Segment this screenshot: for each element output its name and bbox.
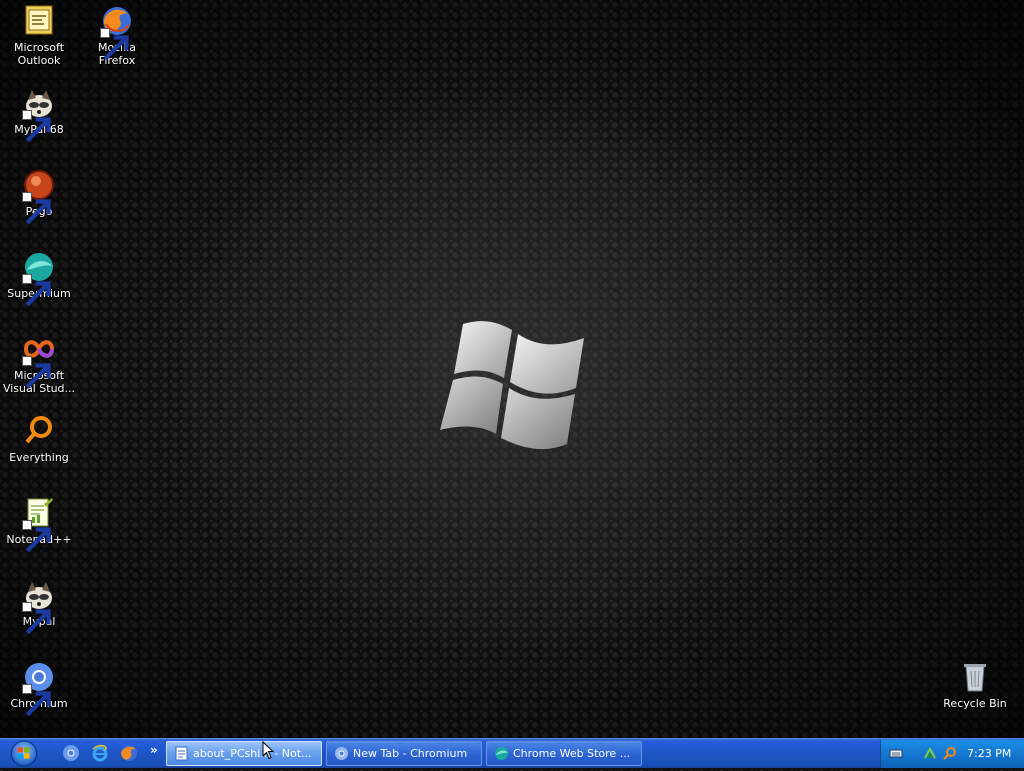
- taskbar-button-chrome-web-store[interactable]: Chrome Web Store ...: [486, 741, 642, 766]
- firefox-icon: [100, 4, 134, 61]
- desktop-icon-mypal[interactable]: Mypal: [0, 578, 78, 635]
- shortcut-arrow-icon: [22, 520, 51, 553]
- mypal-icon: [22, 578, 56, 635]
- desktop-icon-label: Microsoft Outlook: [13, 41, 65, 67]
- desktop-icon-chromium[interactable]: Chromium: [0, 660, 78, 717]
- taskbar-button-title: Chrome Web Store ...: [513, 747, 631, 760]
- shortcut-arrow-icon: [100, 28, 129, 61]
- search-icon[interactable]: [943, 746, 957, 760]
- quicklaunch-overflow-button[interactable]: »: [150, 743, 158, 757]
- shortcut-arrow-icon: [22, 356, 51, 389]
- desktop-icon-notepadpp[interactable]: Notepad++: [0, 496, 78, 553]
- network-icon[interactable]: [923, 746, 937, 760]
- desktop-icon-supermium[interactable]: Supermium: [0, 250, 78, 307]
- taskbar: » about_PCshi... - Not... New Tab - Chro…: [0, 738, 1024, 768]
- pego-icon: [22, 168, 56, 225]
- desktop-icon-recycle-bin[interactable]: Recycle Bin: [936, 660, 1014, 710]
- shortcut-arrow-icon: [22, 684, 51, 717]
- taskbar-button-chromium[interactable]: New Tab - Chromium: [326, 741, 482, 766]
- quicklaunch-chromium[interactable]: [62, 744, 80, 762]
- internet-explorer-icon: [92, 744, 108, 762]
- shortcut-arrow-icon: [22, 110, 51, 143]
- chromium-icon: [22, 660, 56, 717]
- recycle-bin-icon: [958, 660, 992, 694]
- supermium-icon: [494, 746, 509, 761]
- desktop-icon-outlook[interactable]: Microsoft Outlook: [0, 4, 78, 67]
- taskbar-button-title: about_PCshi... - Not...: [193, 747, 312, 760]
- quicklaunch-internet-explorer[interactable]: [91, 744, 109, 762]
- desktop-icon-mypal68[interactable]: MyPal 68: [0, 86, 78, 143]
- start-button[interactable]: [8, 740, 40, 767]
- firefox-icon: [121, 745, 137, 761]
- clock[interactable]: 7:23 PM: [967, 747, 1011, 760]
- quicklaunch-firefox[interactable]: [120, 744, 138, 762]
- visual-studio-icon: [22, 332, 56, 389]
- everything-icon: [22, 414, 56, 448]
- desktop-icon-pego[interactable]: Pego: [0, 168, 78, 225]
- chromium-icon: [63, 745, 79, 761]
- taskbar-button-title: New Tab - Chromium: [353, 747, 468, 760]
- outlook-icon: [22, 4, 56, 38]
- desktop-icon-label: Recycle Bin: [943, 697, 1007, 710]
- chromium-icon: [334, 746, 349, 761]
- mouse-cursor-icon: [262, 741, 274, 760]
- notepad-icon: [174, 746, 189, 761]
- shortcut-arrow-icon: [22, 602, 51, 635]
- system-tray: 7:23 PM: [880, 740, 1024, 768]
- mypal-icon: [22, 86, 56, 143]
- start-orb-icon: [11, 740, 37, 767]
- desktop-icon-everything[interactable]: Everything: [0, 414, 78, 464]
- desktop-icon-firefox[interactable]: Mozilla Firefox: [78, 4, 156, 67]
- keyboard-icon[interactable]: [889, 746, 903, 760]
- notepadpp-icon: [22, 496, 56, 553]
- taskbar-button-notepad[interactable]: about_PCshi... - Not...: [166, 741, 322, 766]
- desktop-icon-label: Everything: [9, 451, 69, 464]
- shortcut-arrow-icon: [22, 192, 51, 225]
- supermium-icon: [22, 250, 56, 307]
- desktop-icon-visual-studio[interactable]: Microsoft Visual Stud...: [0, 332, 78, 395]
- shortcut-arrow-icon: [22, 274, 51, 307]
- windows-logo-wallpaper: [440, 321, 584, 450]
